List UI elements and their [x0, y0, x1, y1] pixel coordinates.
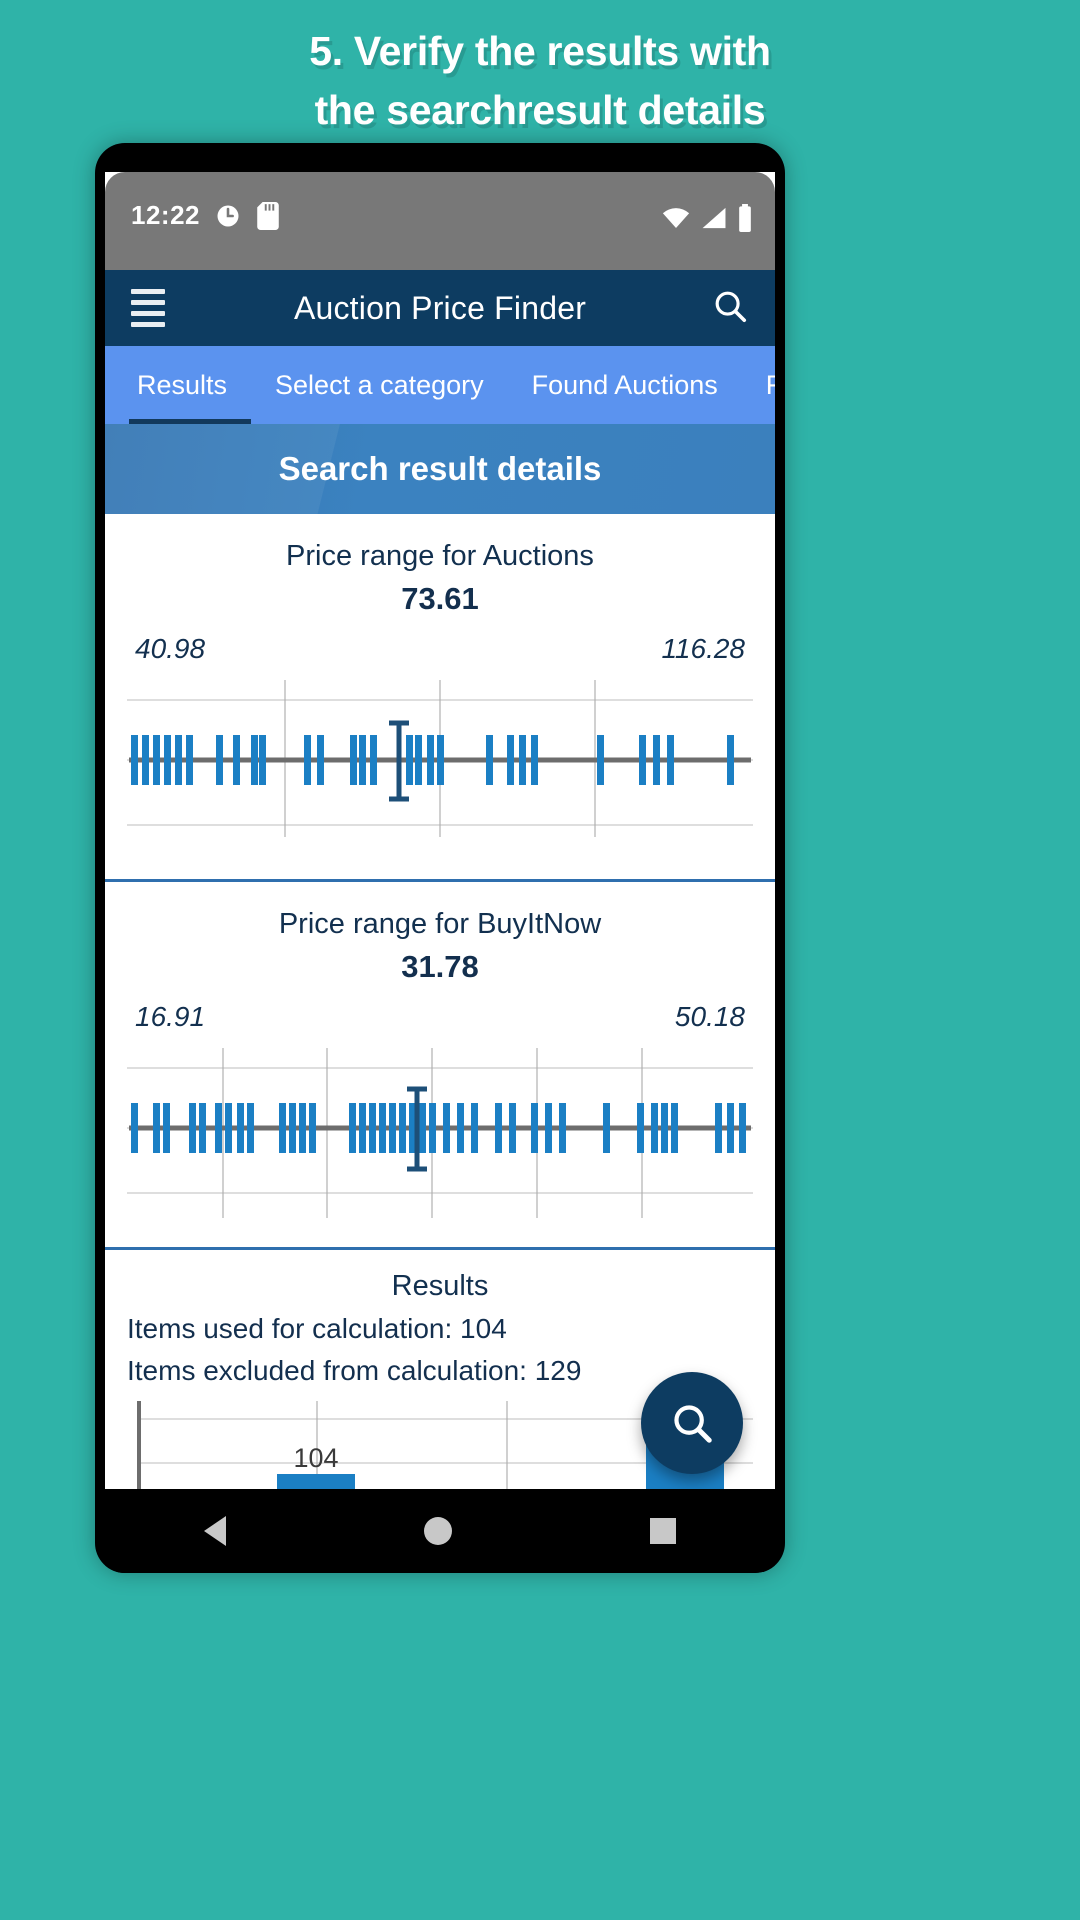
- buyitnow-min-value: 16.91: [135, 1001, 206, 1032]
- svg-text:104: 104: [293, 1443, 338, 1473]
- search-icon[interactable]: [711, 287, 749, 330]
- auctions-price-card: Price range for Auctions 73.61 40.98 116…: [105, 514, 775, 882]
- promo-line-2: the searchresult details: [314, 87, 766, 133]
- tab-results[interactable]: Results: [129, 346, 252, 424]
- recents-square-icon[interactable]: [650, 1518, 676, 1544]
- sd-card-icon: [257, 201, 279, 230]
- phone-frame: 12:22 Auction Price Finder Results Selec…: [95, 143, 785, 1573]
- app-bar: Auction Price Finder: [105, 270, 775, 346]
- buyitnow-minmax-row: 16.91 50.18: [127, 1001, 753, 1033]
- buyitnow-price-card: Price range for BuyItNow 31.78 16.91 50.…: [105, 882, 775, 1250]
- search-fab-button[interactable]: [641, 1372, 743, 1474]
- buyitnow-mean-value: 31.78: [401, 949, 479, 984]
- status-bar-right: [661, 200, 753, 232]
- tab-bar: Results Select a category Found Auctions…: [105, 346, 775, 424]
- auctions-min-value: 40.98: [135, 633, 206, 664]
- phone-screen: 12:22 Auction Price Finder Results Selec…: [105, 172, 775, 1518]
- hamburger-menu-icon[interactable]: [131, 289, 165, 327]
- section-header-title: Search result details: [278, 450, 602, 487]
- wifi-icon: [662, 208, 690, 228]
- tab-found-auctions[interactable]: Found Auctions: [508, 346, 742, 424]
- buyitnow-card-title: Price range for BuyItNow: [278, 908, 602, 940]
- items-excluded-label: Items excluded from calculation: 129: [127, 1355, 582, 1386]
- buyitnow-max-value: 50.18: [674, 1001, 745, 1032]
- page-title: Auction Price Finder: [293, 289, 587, 326]
- buyitnow-strip-plot: [127, 1043, 753, 1233]
- auctions-mean-value: 73.61: [401, 581, 479, 616]
- status-bar-left: 12:22: [131, 200, 280, 231]
- results-card-title: Results: [391, 1270, 489, 1302]
- battery-icon: [739, 204, 751, 232]
- alarm-icon: [217, 205, 239, 226]
- auctions-card-title: Price range for Auctions: [286, 540, 594, 572]
- android-navigation-bar: [105, 1489, 775, 1573]
- tab-select-a-category[interactable]: Select a category: [251, 346, 508, 424]
- auctions-strip-plot: [127, 675, 753, 865]
- status-bar-clock: 12:22: [131, 200, 200, 230]
- tab-found-buyitnow[interactable]: Found B: [742, 346, 775, 424]
- auctions-minmax-row: 40.98 116.28: [127, 633, 753, 665]
- promo-line-1: 5. Verify the results with: [309, 28, 771, 74]
- status-bar: 12:22: [105, 172, 775, 270]
- items-used-label: Items used for calculation: 104: [127, 1313, 507, 1344]
- promo-heading: 5. Verify the results with the searchres…: [0, 0, 1080, 142]
- section-header: Search result details: [105, 424, 775, 514]
- home-circle-icon[interactable]: [424, 1517, 452, 1545]
- signal-icon: [702, 207, 726, 229]
- auctions-max-value: 116.28: [661, 633, 745, 664]
- back-triangle-icon[interactable]: [204, 1516, 226, 1546]
